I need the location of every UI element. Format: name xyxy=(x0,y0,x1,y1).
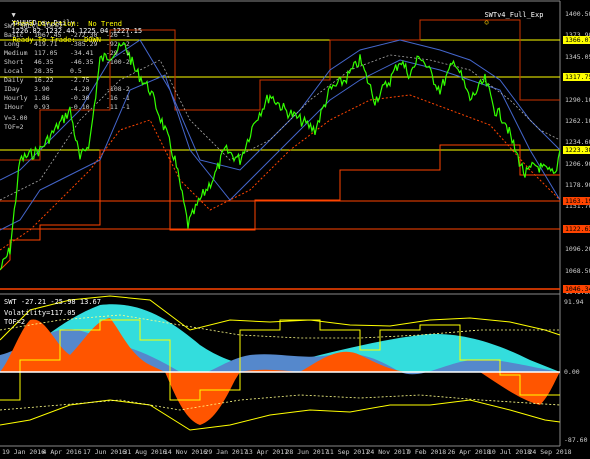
price-label-1366: 1366.07 xyxy=(563,36,590,44)
table-row: IDay 3.90 -4.20 -108 -2 xyxy=(4,85,144,94)
expert-name[interactable]: SWTv4_Full_Exp xyxy=(484,11,543,19)
price-axis-tick: 1345.05 xyxy=(565,52,590,61)
table-row: Long 419.71 -385.29 -92 -2 xyxy=(4,40,144,49)
table-cell-v3: -100 xyxy=(106,58,122,66)
swt-axis-bottom: -87.60 xyxy=(564,436,588,444)
time-axis-tick: 10 Jul 2018 xyxy=(488,448,532,456)
table-cell-name: Daily xyxy=(4,76,24,84)
swt-dotted-lower xyxy=(0,394,561,411)
table-cell-v1: 117.05 xyxy=(34,49,58,57)
band-dotted-red xyxy=(0,94,561,251)
table-cell-v2: -0.10 xyxy=(70,103,90,111)
time-axis-tick: 29 Jan 2017 xyxy=(204,448,248,456)
table-cell-name: Hourly xyxy=(4,94,28,102)
price-label-1046: 1046.34 xyxy=(563,285,590,293)
time-axis-tick: 4 Apr 2016 xyxy=(42,448,82,456)
table-cell-v1: 28.35 xyxy=(34,67,54,75)
time-axis-tick: 13 Apr 2017 xyxy=(245,448,289,456)
time-axis-tick: 26 Apr 2018 xyxy=(447,448,491,456)
table-cell-name: Basic xyxy=(4,31,24,39)
swt-volatility: Volatility=117.05 xyxy=(4,309,76,317)
table-row: Short 46.35 -46.35 -100 -2 xyxy=(4,58,144,67)
price-label-1317: 1317.75 xyxy=(563,73,590,81)
table-cell-v3: -26 xyxy=(106,31,118,39)
table-cell-v2: -4.20 xyxy=(70,85,90,93)
table-cell-name: Local xyxy=(4,67,24,75)
time-axis-tick: 31 Aug 2016 xyxy=(123,448,167,456)
support-band-red xyxy=(0,144,560,271)
time-axis-tick: 14 Nov 2016 xyxy=(164,448,208,456)
table-row: Local 28.35 0.5 xyxy=(4,67,144,76)
table-cell-v4: -2 xyxy=(122,85,130,93)
price-axis-tick: 1400.50 xyxy=(565,10,590,18)
swt-axis-zero: 0.00 xyxy=(564,368,580,376)
table-row: Hourly 1.86 -0.30 -16 -1 xyxy=(4,94,144,103)
table-cell-v2: -0.30 xyxy=(70,94,90,102)
swt-title: SWT -27.21 -25.98 13.67 xyxy=(4,298,101,306)
indicator-title: SWT_SRLvl_TOF=2 xyxy=(4,22,63,30)
table-cell-v4: -1 xyxy=(122,94,130,102)
table-row: Daily 16.22 -2.75 xyxy=(4,76,144,85)
swt-tof: TOF=2 xyxy=(4,318,26,326)
table-cell-v3: -108 xyxy=(106,85,122,93)
time-axis: 19 Jan 2016 4 Apr 2016 17 Jun 2016 31 Aug 2… xyxy=(0,447,572,459)
table-cell-v2: -34.41 xyxy=(70,49,94,57)
table-cell-v2: -2.75 xyxy=(70,76,90,84)
table-cell-v4: -2 xyxy=(122,40,130,48)
time-axis-tick: 11 Sep 2017 xyxy=(326,448,370,456)
price-label-1223: 1223.38 xyxy=(563,146,590,154)
table-cell-v1: 46.35 xyxy=(34,58,54,66)
price-axis-tick: 1290.10 xyxy=(565,95,590,104)
table-cell-v1: 1067.45 xyxy=(34,31,62,39)
table-cell-v4: -2 xyxy=(122,58,130,66)
smiley-icon: ☺ xyxy=(484,19,489,27)
tof-value: TOF=2 xyxy=(4,123,24,131)
table-cell-name: Short xyxy=(4,58,24,66)
swt-lower-channel xyxy=(0,399,561,431)
time-axis-tick: 17 Jun 2016 xyxy=(83,448,127,456)
table-cell-v4: -1 xyxy=(122,31,130,39)
table-cell-v1: 1.86 xyxy=(34,94,50,102)
table-cell-v1: 419.71 xyxy=(34,40,58,48)
price-axis-tick: 1262.10 xyxy=(565,116,590,125)
table-cell-v1: 16.22 xyxy=(34,76,54,84)
table-cell-v3: -11 xyxy=(106,103,118,111)
table-cell-v2: -46.35 xyxy=(70,58,94,66)
table-cell-v2: -385.29 xyxy=(70,40,98,48)
table-row: IHour 0.93 -0.10 -11 -1 xyxy=(4,103,144,112)
table-cell-v4: -1 xyxy=(122,103,130,111)
swt-axis-top: 91.94 xyxy=(564,298,584,306)
price-label-1163: 1163.19 xyxy=(563,197,590,205)
table-cell-v3: -92 xyxy=(106,40,118,48)
table-cell-v3: -16 xyxy=(106,94,118,102)
time-axis-tick: 28 Jun 2017 xyxy=(285,448,329,456)
table-cell-v2: -272.30 xyxy=(70,31,98,39)
price-label-1122: 1122.63 xyxy=(563,225,590,233)
table-cell-name: Medium xyxy=(4,49,28,57)
table-cell-v4: -1 xyxy=(122,49,130,57)
price-axis-tick: 1068.50 xyxy=(565,266,590,275)
table-row: Medium 117.05 -34.41 -29 -1 xyxy=(4,49,144,58)
price-axis-tick: 1206.90 xyxy=(565,159,590,168)
table-row: Basic 1067.45 -272.30 -26 -1 xyxy=(4,31,144,40)
price-axis-tick: 1178.90 xyxy=(565,181,590,190)
price-axis-tick: 1096.20 xyxy=(565,245,590,254)
table-cell-name: Long xyxy=(4,40,20,48)
table-cell-v2: 0.5 xyxy=(70,67,82,75)
time-axis-tick: 19 Jan 2016 xyxy=(2,448,46,456)
table-cell-name: IDay xyxy=(4,85,20,93)
v-value: V=3.00 xyxy=(4,114,28,122)
time-axis-tick: 24 Nov 2017 xyxy=(366,448,410,456)
table-cell-v1: 0.93 xyxy=(34,103,50,111)
table-cell-name: IHour xyxy=(4,103,24,111)
table-cell-v3: -29 xyxy=(106,49,118,57)
time-axis-tick: 9 Feb 2018 xyxy=(407,448,447,456)
time-axis-tick: 24 Sep 2018 xyxy=(528,448,572,456)
table-cell-v1: 3.90 xyxy=(34,85,50,93)
